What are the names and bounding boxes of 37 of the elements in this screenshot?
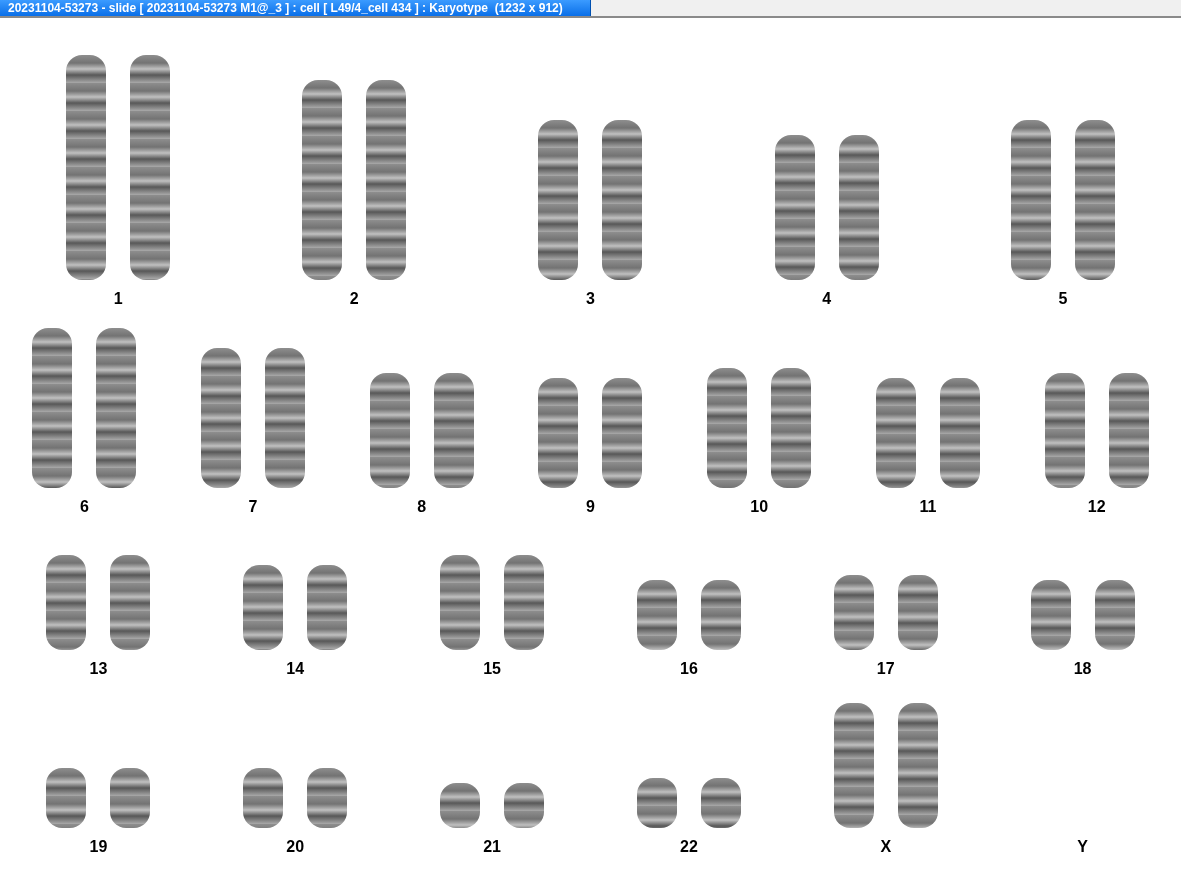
chromosome-label: X xyxy=(880,838,892,856)
chromosome-label: 5 xyxy=(1058,290,1068,308)
chromosome-image xyxy=(1030,580,1071,650)
chromosome-label: 9 xyxy=(586,498,595,516)
chromosome-label: 20 xyxy=(286,838,305,856)
chromosome-label: 14 xyxy=(286,660,305,678)
chromosome-label: 10 xyxy=(750,498,769,516)
window-title: 20231104-53273 - slide [ 20231104-53273 M1@_3 ] : cell [ L49/4_cell 434 ] : Karyotype (1232 x 912) xyxy=(0,0,591,16)
chromosome-label: 8 xyxy=(417,498,427,516)
chromosome-label: 3 xyxy=(586,290,595,308)
chromosome-label: 6 xyxy=(79,498,89,516)
chromosome-image xyxy=(700,778,741,828)
chromosome-label: 15 xyxy=(483,660,501,678)
chromosome-image xyxy=(440,783,481,828)
chromosome-label: Y xyxy=(1077,838,1088,856)
chromosome-label: 18 xyxy=(1073,660,1092,678)
chromosome-label: 17 xyxy=(876,660,895,678)
chromosome-image xyxy=(1094,580,1135,650)
chromosome-label: 16 xyxy=(680,660,698,678)
chromosome-label: 22 xyxy=(680,838,698,856)
chromosome-image xyxy=(110,768,151,828)
chromosome-label: 7 xyxy=(248,498,258,516)
chromosome-label: 13 xyxy=(89,660,108,678)
chromosome-label: 12 xyxy=(1087,498,1106,516)
chromosome-image xyxy=(700,580,741,650)
chromosome-label: 2 xyxy=(349,290,359,308)
chromosome-image xyxy=(636,580,677,650)
chromosome-image xyxy=(307,768,348,828)
chromosome-image xyxy=(243,768,284,828)
chromosome-image xyxy=(504,783,545,828)
chromosome-image xyxy=(46,768,87,828)
chromosome-label: 1 xyxy=(113,290,123,308)
chromosome-label: 19 xyxy=(89,838,108,856)
chromosome-label: 21 xyxy=(483,838,501,856)
chromosome-image xyxy=(636,778,677,828)
chromosome-label: 11 xyxy=(919,498,937,516)
chromosome-label: 4 xyxy=(822,290,832,308)
